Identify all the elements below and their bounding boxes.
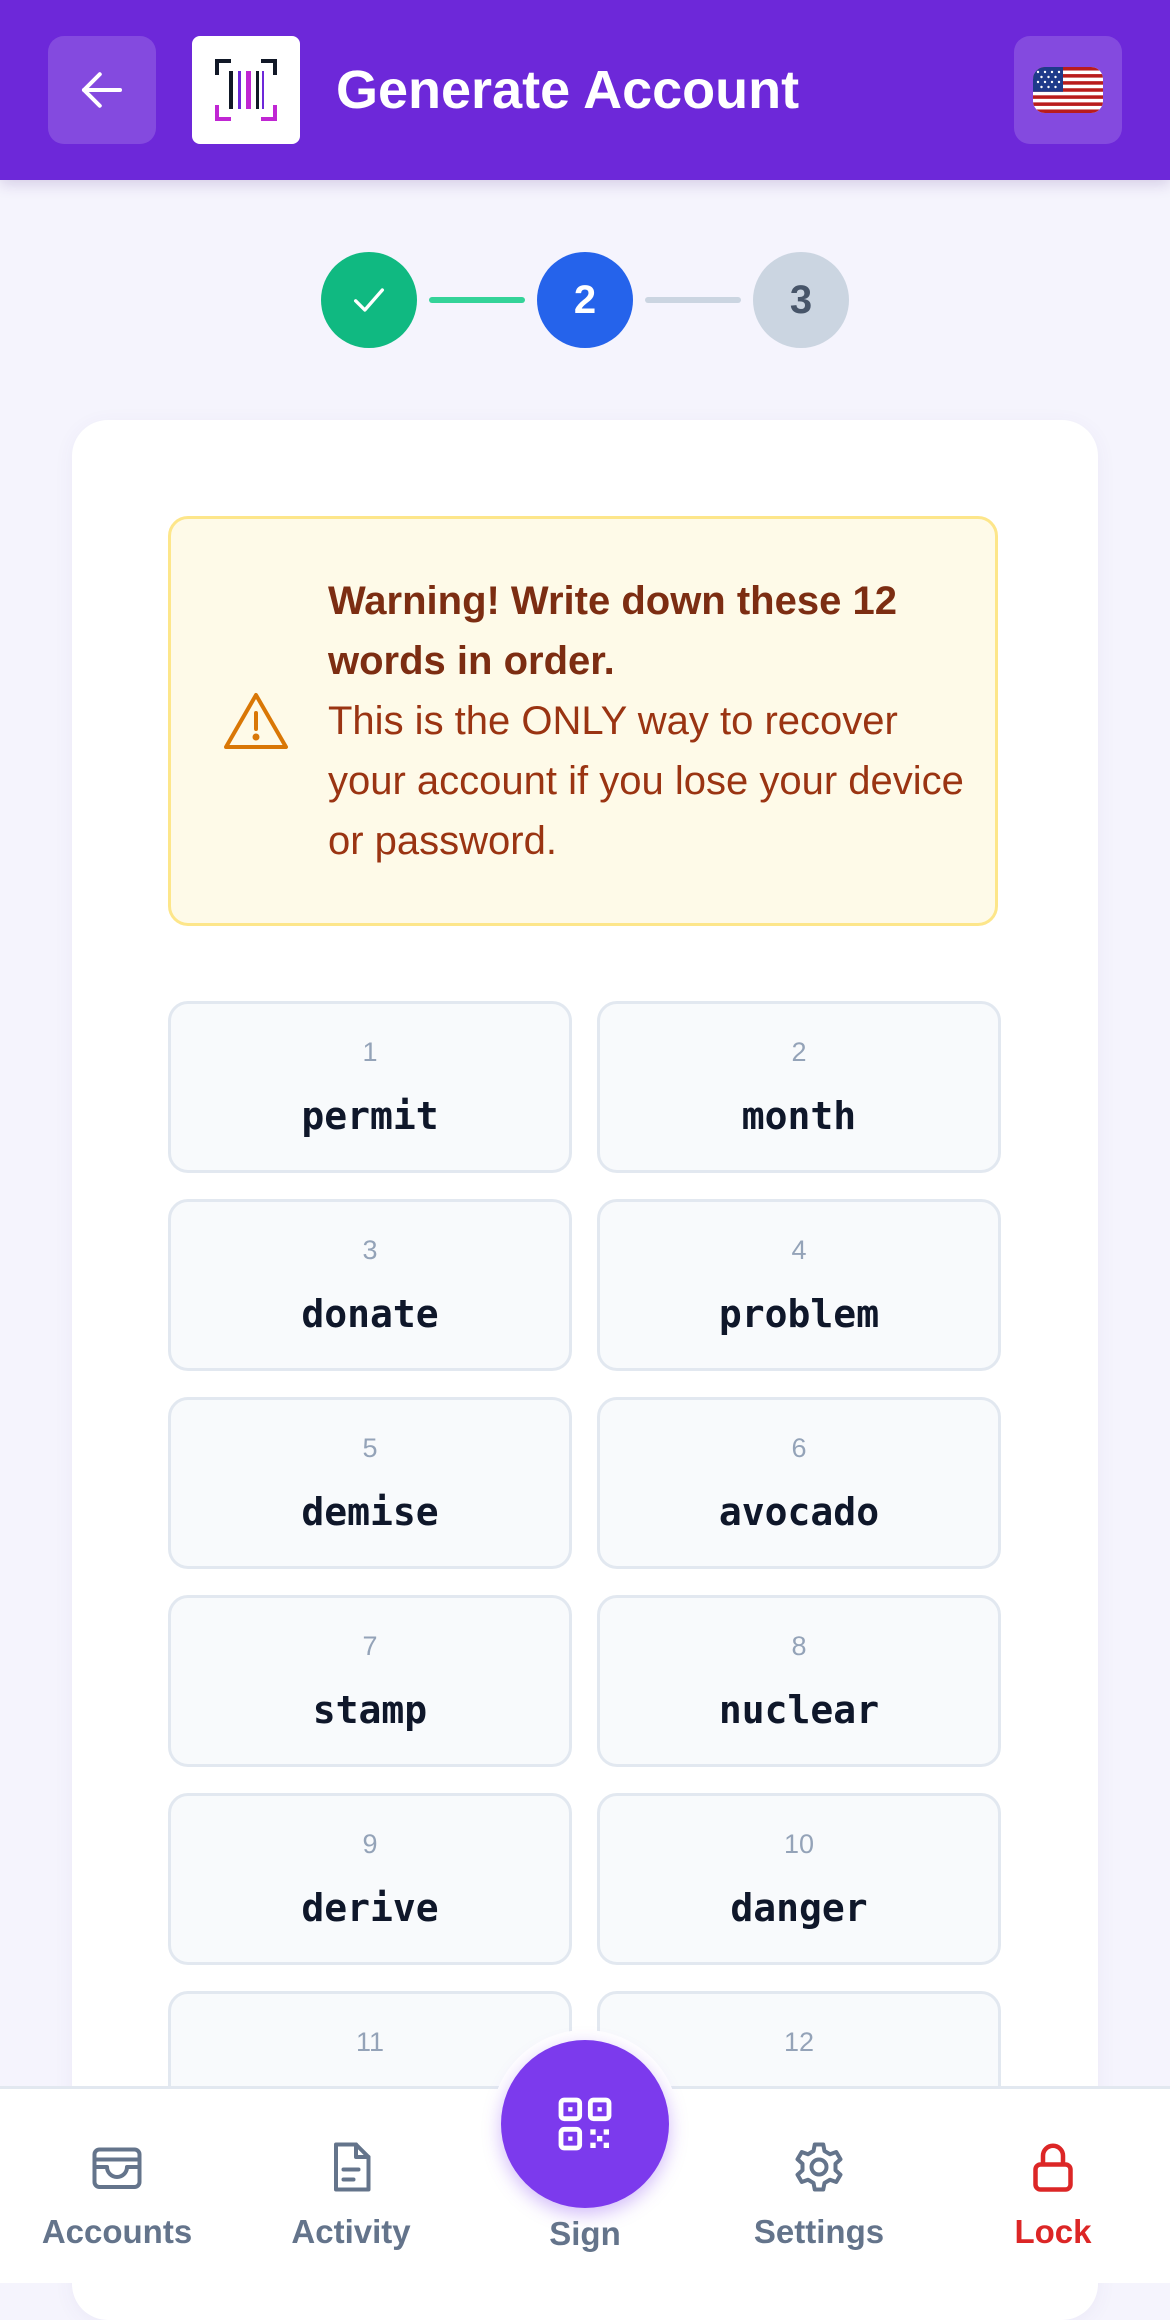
word-index: 2	[791, 1037, 807, 1067]
word-text: donate	[301, 1292, 439, 1336]
mnemonic-word-1: 1 permit	[168, 1001, 572, 1173]
nav-label: Accounts	[41, 2213, 193, 2250]
mnemonic-word-4: 4 problem	[597, 1199, 1001, 1371]
warning-triangle-icon	[224, 693, 288, 749]
gear-icon	[795, 2142, 843, 2192]
sign-label: Sign	[549, 2215, 621, 2252]
warning-box: Warning! Write down these 12 words in or…	[168, 516, 998, 926]
word-index: 8	[791, 1631, 807, 1661]
nav-lock[interactable]: Lock	[936, 2137, 1170, 2252]
nav-label: Activity	[291, 2213, 411, 2250]
word-index: 6	[791, 1433, 807, 1463]
word-index: 1	[362, 1037, 378, 1067]
word-text: avocado	[718, 1490, 880, 1534]
mnemonic-word-9: 9 derive	[168, 1793, 572, 1965]
app-logo	[192, 36, 300, 144]
word-index: 3	[362, 1235, 378, 1265]
word-text: stamp	[312, 1688, 428, 1732]
word-text: problem	[718, 1292, 880, 1336]
mnemonic-word-6: 6 avocado	[597, 1397, 1001, 1569]
step-1-complete	[321, 252, 417, 348]
page-title: Generate Account	[336, 60, 800, 120]
step-connector-pending	[645, 297, 741, 303]
word-text: permit	[301, 1094, 439, 1138]
word-index: 5	[362, 1433, 378, 1463]
mnemonic-word-3: 3 donate	[168, 1199, 572, 1371]
word-index: 7	[362, 1631, 378, 1661]
word-text: danger	[730, 1886, 868, 1930]
step-2-current: 2	[537, 252, 633, 348]
nav-accounts[interactable]: Accounts	[0, 2137, 234, 2252]
mnemonic-word-10: 10 danger	[597, 1793, 1001, 1965]
word-index: 12	[783, 2027, 815, 2057]
word-text: demise	[301, 1490, 439, 1534]
nav-label: Settings	[753, 2213, 885, 2250]
mnemonic-word-5: 5 demise	[168, 1397, 572, 1569]
word-index: 9	[362, 1829, 378, 1859]
arrow-left-icon	[81, 72, 123, 108]
wallet-icon	[92, 2147, 142, 2189]
check-icon	[354, 288, 384, 312]
warning-message: This is the ONLY way to recover your acc…	[328, 699, 964, 863]
word-index: 11	[355, 2027, 385, 2057]
warning-title: Warning! Write down these 12 words in or…	[328, 579, 897, 683]
word-text: month	[741, 1094, 857, 1138]
language-button[interactable]	[1014, 36, 1122, 144]
word-index: 10	[783, 1829, 815, 1859]
nav-label: Lock	[1014, 2213, 1092, 2250]
step-connector-complete	[429, 297, 525, 303]
mnemonic-word-8: 8 nuclear	[597, 1595, 1001, 1767]
sign-button[interactable]	[501, 2040, 669, 2208]
lock-icon	[1033, 2143, 1073, 2192]
word-text: derive	[301, 1886, 439, 1930]
qr-code-icon	[558, 2097, 612, 2151]
us-flag-icon	[1033, 67, 1103, 113]
mnemonic-word-7: 7 stamp	[168, 1595, 572, 1767]
word-index: 4	[791, 1235, 807, 1265]
document-icon	[334, 2142, 371, 2192]
nav-activity[interactable]: Activity	[234, 2137, 468, 2252]
nav-settings[interactable]: Settings	[702, 2137, 936, 2252]
app-header: Generate Account	[0, 0, 1170, 180]
step-3-upcoming: 3	[753, 252, 849, 348]
mnemonic-word-2: 2 month	[597, 1001, 1001, 1173]
barcode-logo-icon	[215, 59, 277, 121]
back-button[interactable]	[48, 36, 156, 144]
word-text: nuclear	[718, 1688, 880, 1732]
